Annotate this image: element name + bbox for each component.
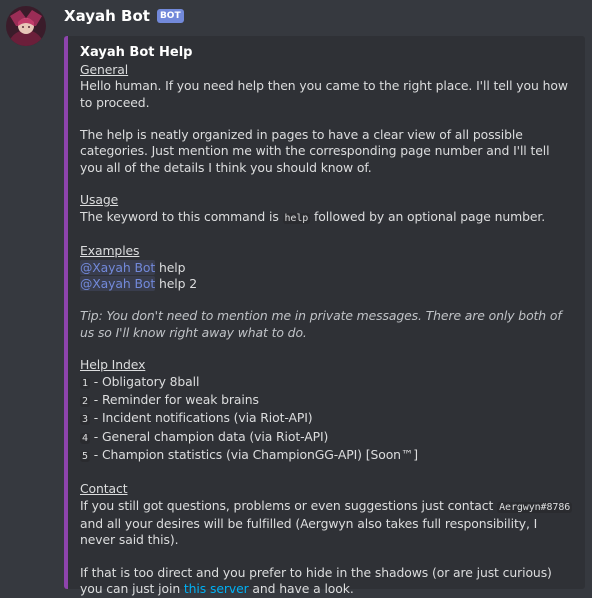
usage-text-before: The keyword to this command is: [80, 208, 283, 224]
help-index-heading: Help Index: [80, 357, 146, 373]
list-item: 3 - Incident notifications (via Riot-API…: [80, 410, 575, 428]
index-label: - Reminder for weak brains: [89, 391, 259, 407]
index-label: - Incident notifications (via Riot-API): [89, 410, 313, 426]
bot-mention[interactable]: @Xayah Bot: [80, 275, 155, 291]
usage-text-after: followed by an optional page number.: [310, 208, 546, 224]
example-2-text: help 2: [155, 275, 197, 291]
index-number: 4: [80, 432, 90, 444]
index-number: 2: [80, 395, 90, 407]
join-text: If that is too direct and you prefer to …: [80, 565, 575, 598]
general-text-2: The help is neatly organized in pages to…: [80, 127, 550, 175]
examples-heading: Examples: [80, 243, 140, 259]
list-item: 5 - Champion statistics (via ChampionGG-…: [80, 447, 575, 465]
bot-tag: BOT: [156, 9, 184, 23]
contact-handle: Aergwyn#8786: [497, 501, 573, 513]
general-text-1: Hello human. If you need help then you c…: [80, 78, 568, 110]
index-number: 5: [80, 450, 90, 462]
avatar[interactable]: [6, 6, 46, 46]
index-number: 1: [80, 377, 90, 389]
index-label: - Obligatory 8ball: [89, 373, 200, 389]
contact-text-before: If you still got questions, problems or …: [80, 497, 498, 513]
server-link[interactable]: this server: [184, 581, 249, 596]
index-label: - Champion statistics (via ChampionGG-AP…: [89, 446, 418, 462]
list-item: 4 - General champion data (via Riot-API): [80, 429, 575, 447]
usage-text: The keyword to this command is help foll…: [80, 209, 575, 227]
avatar-image: [6, 6, 46, 46]
contact-text: If you still got questions, problems or …: [80, 498, 575, 549]
example-2: @Xayah Bot help 2: [80, 275, 575, 292]
list-item: 1 - Obligatory 8ball: [80, 374, 575, 392]
bot-mention[interactable]: @Xayah Bot: [80, 259, 155, 275]
example-1: @Xayah Bot help: [80, 259, 575, 276]
usage-keyword: help: [282, 212, 311, 224]
tip-text: Tip: You don't need to mention me in pri…: [80, 308, 562, 340]
index-label: - General champion data (via Riot-API): [89, 428, 329, 444]
help-embed: Xayah Bot Help General Hello human. If y…: [64, 36, 585, 596]
contact-text-after: and all your desires will be fulfilled (…: [80, 516, 538, 548]
join-text-after: and have a look.: [248, 581, 354, 597]
list-item: 2 - Reminder for weak brains: [80, 392, 575, 410]
embed-title: Xayah Bot Help: [80, 45, 193, 60]
index-number: 3: [80, 414, 90, 426]
username[interactable]: Xayah Bot: [64, 7, 150, 25]
embed-description: General Hello human. If you need help th…: [80, 62, 575, 598]
usage-heading: Usage: [80, 192, 119, 208]
message-header: Xayah Bot BOT: [64, 6, 184, 26]
general-heading: General: [80, 62, 129, 77]
contact-heading: Contact: [80, 481, 128, 497]
example-1-text: help: [155, 259, 186, 275]
